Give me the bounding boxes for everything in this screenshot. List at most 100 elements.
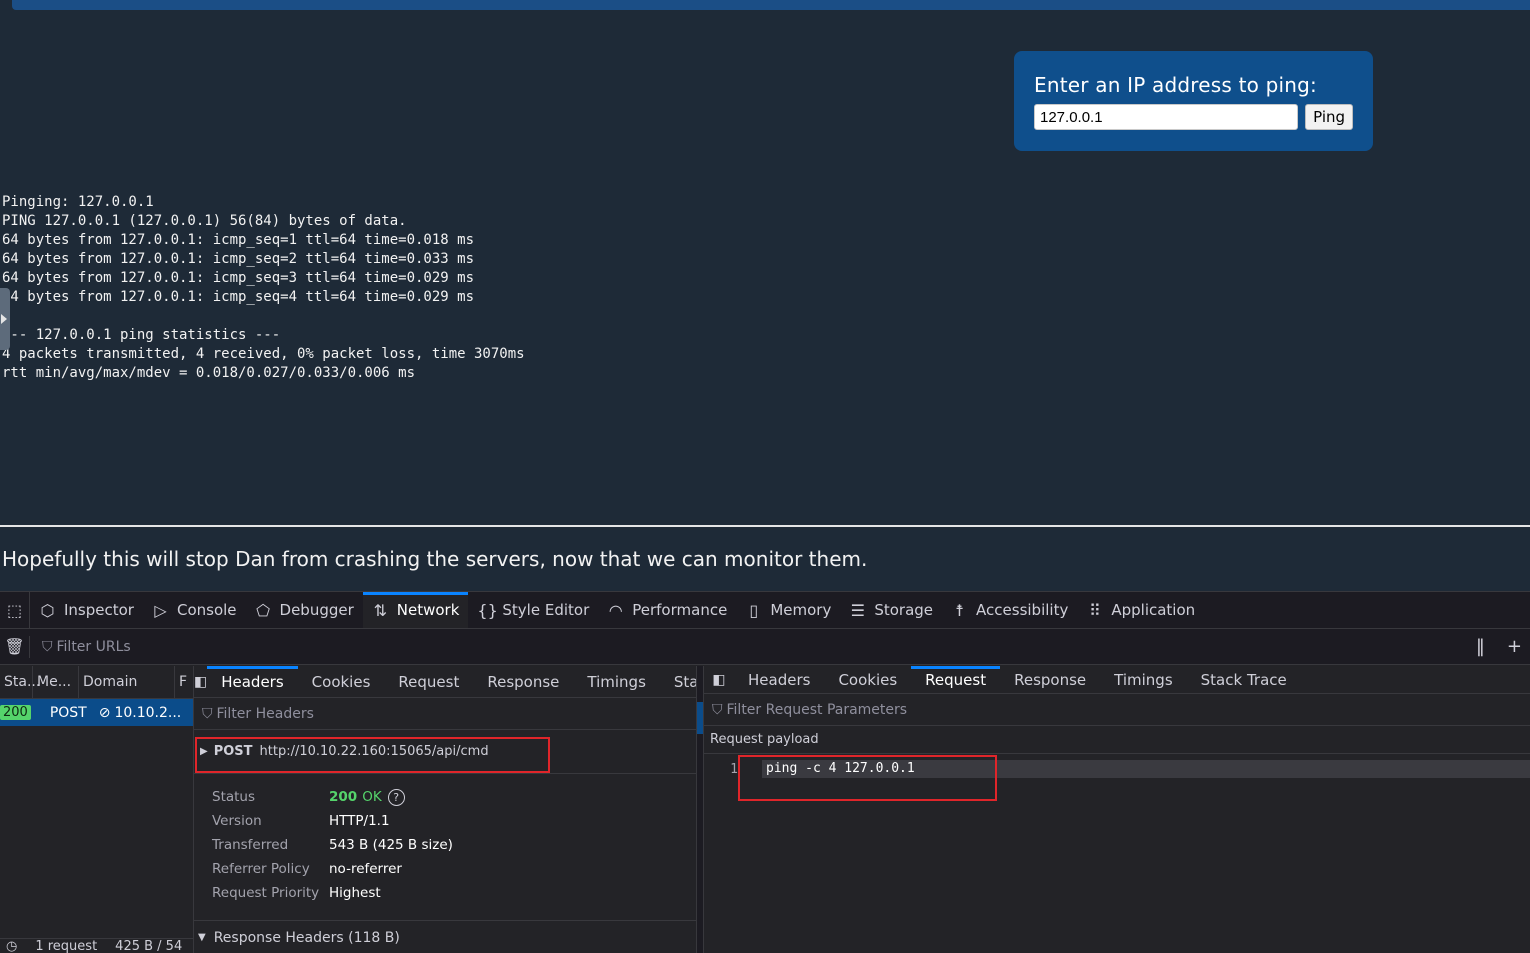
filter-urls-input[interactable]: ⛉ Filter URLs <box>42 639 1476 655</box>
collapse-triangle-icon: ▼ <box>198 932 206 943</box>
panel-tab-cookies[interactable]: Cookies <box>824 666 911 693</box>
side-panel-handle[interactable] <box>0 288 10 350</box>
panel-tab-headers[interactable]: Headers <box>207 666 299 697</box>
panel-tab-request[interactable]: Request <box>911 666 1001 693</box>
output-line: --- 127.0.0.1 ping statistics --- <box>2 327 281 343</box>
column-domain[interactable]: Domain <box>79 665 175 699</box>
tab-label: Memory <box>770 601 832 619</box>
headers-panel: ◧ Headers Cookies Request Response Timings St… <box>193 666 697 953</box>
header-summary: Status 200 OK? Version HTTP/1.1 Transferred 54… <box>194 774 697 905</box>
panel-tab-cookies[interactable]: Cookies <box>298 666 385 697</box>
response-headers-label: Response Headers (118 B) <box>213 929 400 946</box>
tab-console[interactable]: ▷ Console <box>143 592 246 628</box>
tab-debugger[interactable]: ⬠ Debugger <box>246 592 363 628</box>
tab-application[interactable]: ⠿ Application <box>1077 592 1204 628</box>
summary-key: Referrer Policy <box>212 861 310 877</box>
element-picker-icon[interactable]: ⬚ <box>0 592 30 628</box>
panel-tab-stack-trace[interactable]: Stack Trace <box>1187 666 1301 693</box>
filter-icon: ⛉ <box>42 638 53 655</box>
help-icon[interactable]: ? <box>387 788 405 806</box>
line-number: 1 <box>730 761 738 777</box>
request-list: Sta... Me... Domain F 200 POST ⊘ 10.10.2… <box>0 665 194 953</box>
tab-accessibility[interactable]: ☨ Accessibility <box>942 592 1077 628</box>
headers-panel-tabs: ◧ Headers Cookies Request Response Timings St… <box>194 666 697 698</box>
tab-label: Debugger <box>279 601 354 619</box>
summary-row: Request Priority Highest <box>212 881 697 905</box>
panel-tab-timings[interactable]: Timings <box>573 666 660 697</box>
top-banner <box>12 0 1530 10</box>
storage-icon: ☰ <box>850 600 865 620</box>
output-line: rtt min/avg/max/mdev = 0.018/0.027/0.033… <box>2 365 416 381</box>
status-text: OK <box>362 789 382 805</box>
application-icon: ⠿ <box>1088 600 1101 620</box>
devtools: ⬚ ⬡ Inspector ▷ Console ⬠ Debugger ⇅ Network{} S… <box>0 591 1530 953</box>
output-line: PING 127.0.0.1 (127.0.0.1) 56(84) bytes … <box>2 213 407 229</box>
tab-label: Accessibility <box>976 601 1069 619</box>
summary-key: Request Priority <box>212 885 320 901</box>
tab-label: Style Editor <box>502 601 590 619</box>
ping-label: Enter an IP address to ping: <box>1034 73 1317 97</box>
tab-label: Console <box>176 601 237 619</box>
footer-message: Hopefully this will stop Dan from crashi… <box>2 547 868 571</box>
insecure-icon: ⊘ <box>98 704 111 721</box>
tab-performance[interactable]: ◠ Performance <box>598 592 736 628</box>
summary-value: Highest <box>329 885 381 901</box>
tab-memory[interactable]: ▯ Memory <box>736 592 840 628</box>
filter-icon: ⛉ <box>712 701 723 718</box>
summary-value: no-referrer <box>329 861 402 877</box>
filter-headers-input[interactable]: ⛉ Filter Headers <box>194 698 697 730</box>
timer-icon: ◷ <box>6 939 18 953</box>
filter-urls-placeholder: Filter URLs <box>56 638 131 655</box>
output-line: 64 bytes from 127.0.0.1: icmp_seq=3 ttl=… <box>2 270 475 286</box>
column-status[interactable]: Sta... <box>0 665 40 699</box>
tab-style-editor[interactable]: {} Style Editor <box>468 592 598 628</box>
performance-icon: ◠ <box>608 600 623 620</box>
filter-headers-placeholder: Filter Headers <box>216 705 314 722</box>
pause-icon[interactable]: ‖ <box>1476 636 1485 657</box>
plus-icon[interactable]: + <box>1507 636 1522 657</box>
column-file[interactable]: F <box>175 665 194 699</box>
output-line: 64 bytes from 127.0.0.1: icmp_seq=4 ttl=… <box>2 289 475 305</box>
tab-inspector[interactable]: ⬡ Inspector <box>30 592 143 628</box>
request-payload-label: Request payload <box>704 726 1530 754</box>
request-row[interactable]: 200 POST ⊘ 10.10.2... <box>0 699 194 726</box>
toggle-sidebar-icon[interactable]: ◧ <box>194 666 207 697</box>
tab-network[interactable]: ⇅ Network <box>362 592 469 628</box>
inspector-icon: ⬡ <box>40 600 55 620</box>
tab-label: Storage <box>874 601 934 619</box>
output-line: 64 bytes from 127.0.0.1: icmp_seq=2 ttl=… <box>2 251 475 267</box>
panel-tab-response[interactable]: Response <box>1000 666 1100 693</box>
summary-key: Transferred <box>212 837 289 853</box>
summary-value: HTTP/1.1 <box>329 813 390 829</box>
summary-value: 200 <box>329 789 358 805</box>
style-editor-icon: {} <box>477 600 498 620</box>
network-toolbar: 🗑 ⛉ Filter URLs ‖ + <box>0 629 1530 665</box>
trash-icon[interactable]: 🗑 <box>0 635 30 658</box>
devtools-tabbar: ⬚ ⬡ Inspector ▷ Console ⬠ Debugger ⇅ Network{} S… <box>0 592 1530 629</box>
ip-input[interactable] <box>1034 104 1299 130</box>
request-method: POST <box>49 704 87 721</box>
ping-form: Enter an IP address to ping: Ping <box>1014 51 1373 151</box>
tab-label: Performance <box>632 601 728 619</box>
tab-storage[interactable]: ☰ Storage <box>840 592 942 628</box>
panel-tab-response[interactable]: Response <box>473 666 573 697</box>
filter-params-input[interactable]: ⛉ Filter Request Parameters <box>704 694 1530 726</box>
request-domain: 10.10.2... <box>114 704 182 721</box>
output-line: 64 bytes from 127.0.0.1: icmp_seq=1 ttl=… <box>2 232 475 248</box>
panel-tab-request[interactable]: Request <box>384 666 473 697</box>
response-headers-toggle[interactable]: ▼ Response Headers (118 B) <box>194 920 697 953</box>
tab-label: Inspector <box>64 601 134 619</box>
panel-tab-stack[interactable]: Stack <box>660 666 697 697</box>
panel-tab-headers[interactable]: Headers <box>734 666 824 693</box>
toggle-sidebar-icon[interactable]: ◧ <box>704 666 734 693</box>
output-line: Pinging: 127.0.0.1 <box>2 194 154 210</box>
ping-button[interactable]: Ping <box>1305 104 1353 130</box>
ping-output: Pinging: 127.0.0.1 PING 127.0.0.1 (127.0.… <box>2 193 525 383</box>
network-icon: ⇅ <box>373 600 387 620</box>
panel-tab-timings[interactable]: Timings <box>1100 666 1187 693</box>
filter-icon: ⛉ <box>202 705 213 722</box>
request-panel-tabs: ◧ Headers Cookies Request Response Timings St… <box>704 666 1530 694</box>
column-method[interactable]: Me... <box>33 665 79 699</box>
filter-params-placeholder: Filter Request Parameters <box>726 701 908 718</box>
output-line: 4 packets transmitted, 4 received, 0% pa… <box>2 346 525 362</box>
